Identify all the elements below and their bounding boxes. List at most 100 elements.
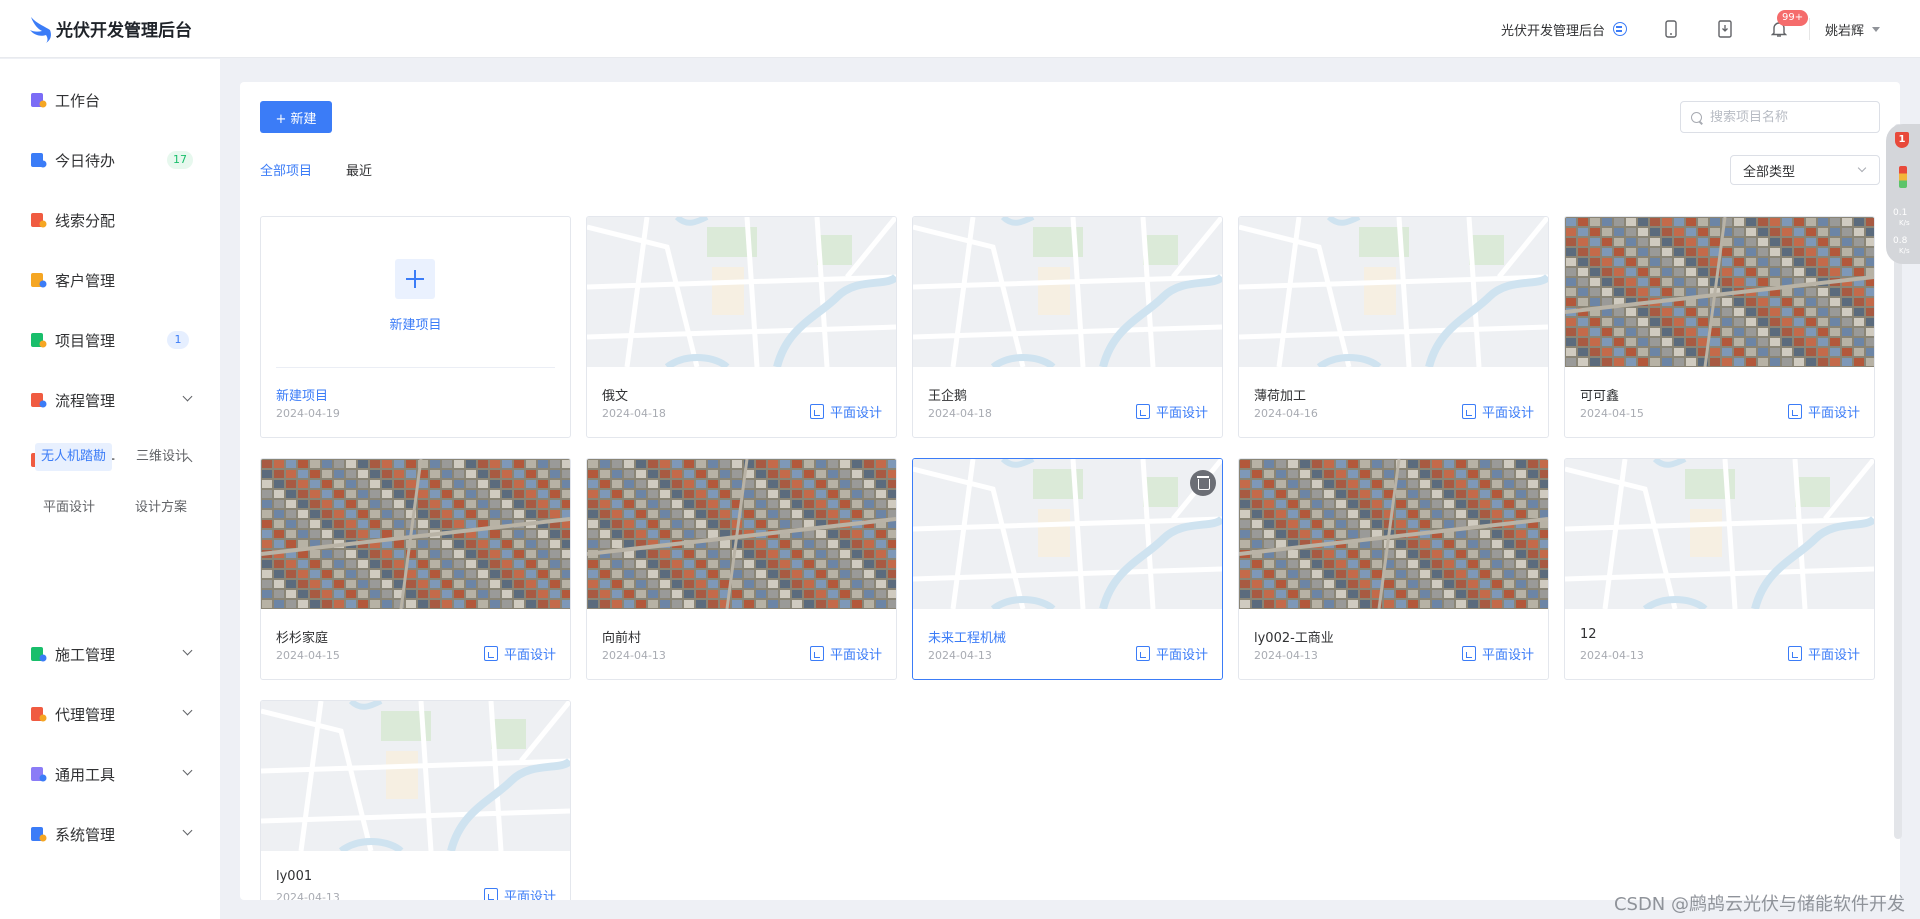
- download-app-icon: [1718, 20, 1732, 38]
- search-box[interactable]: [1680, 101, 1880, 133]
- sidebar-item-settings[interactable]: 系统管理: [0, 814, 220, 854]
- sidebar-item-tools[interactable]: 通用工具: [0, 754, 220, 794]
- tab-recent[interactable]: 最近: [346, 160, 372, 179]
- plan-design-link[interactable]: 平面设计: [483, 886, 556, 900]
- project-date: 2024-04-13: [928, 649, 992, 662]
- plan-design-link[interactable]: 平面设计: [483, 644, 556, 663]
- search-input[interactable]: [1710, 109, 1870, 125]
- switch-icon: [1612, 22, 1627, 36]
- plan-design-link[interactable]: 平面设计: [1461, 402, 1534, 421]
- plan-design-link[interactable]: 平面设计: [1787, 644, 1860, 663]
- watermark: CSDN @鹧鸪云光伏与储能软件开发: [1613, 894, 1905, 915]
- project-card[interactable]: 俄文 2024-04-18 平面设计: [586, 216, 897, 438]
- new-project-label: 新建项目: [389, 318, 442, 333]
- project-card[interactable]: 可可鑫 2024-04-15 平面设计: [1564, 216, 1875, 438]
- new-project-button[interactable]: + 新建: [260, 101, 332, 133]
- sidebar-item-todo[interactable]: 今日待办 17: [0, 140, 220, 180]
- plan-design-link[interactable]: 平面设计: [809, 644, 882, 663]
- sidebar-item-label: 项目管理: [55, 331, 116, 350]
- sidebar-item-home[interactable]: 工作台: [0, 80, 220, 120]
- sidebar-item-label: 工作台: [55, 91, 101, 110]
- user-menu[interactable]: 姚岩辉: [1808, 18, 1880, 40]
- plan-design-label: 平面设计: [829, 648, 882, 663]
- sidebar-item-agent[interactable]: 代理管理: [0, 694, 220, 734]
- home-icon: [29, 91, 47, 109]
- aerial-thumbnail: [587, 459, 896, 609]
- project-card[interactable]: ly002-工商业 2024-04-13 平面设计: [1238, 458, 1549, 680]
- submenu-item-3[interactable]: 设计方案: [129, 494, 193, 522]
- logo-icon: [30, 16, 51, 43]
- top-bar: 光伏开发管理后台 光伏开发管理后台 99+ 姚岩辉: [0, 0, 1920, 58]
- map-thumbnail: [1565, 459, 1874, 609]
- plan-design-link[interactable]: 平面设计: [809, 402, 882, 421]
- sidebar-item-label: 流程管理: [55, 391, 116, 410]
- project-date: 2024-04-13: [1580, 649, 1644, 662]
- map-thumbnail: [913, 217, 1222, 367]
- sidebar-item-project[interactable]: 项目管理 1: [0, 320, 220, 360]
- flow-icon: [29, 391, 47, 409]
- tab-all-projects[interactable]: 全部项目: [260, 160, 312, 179]
- map-thumbnail: [261, 701, 570, 851]
- map-thumbnail: [913, 459, 1222, 609]
- sidebar-item-label: 施工管理: [55, 645, 116, 664]
- sidebar-item-label: 代理管理: [55, 705, 116, 724]
- plan-design-label: 平面设计: [1481, 406, 1534, 421]
- sidebar-item-flow[interactable]: 流程管理: [0, 380, 220, 420]
- aerial-thumbnail: [1239, 459, 1548, 609]
- submenu-item-0[interactable]: 无人机踏勘: [35, 443, 113, 471]
- project-name: 可可鑫: [1580, 389, 1620, 404]
- aerial-thumbnail: [1565, 217, 1874, 367]
- design-doc-icon: [1461, 404, 1476, 419]
- logo[interactable]: 光伏开发管理后台: [28, 15, 192, 43]
- sidebar-item-customer[interactable]: 客户管理: [0, 260, 220, 300]
- project-card[interactable]: 王企鹅 2024-04-18 平面设计: [912, 216, 1223, 438]
- project-card[interactable]: 12 2024-04-13 平面设计: [1564, 458, 1875, 680]
- plan-design-label: 平面设计: [503, 890, 556, 900]
- plan-design-link[interactable]: 平面设计: [1135, 644, 1208, 663]
- notification-button[interactable]: 99+: [1769, 10, 1809, 39]
- trash-icon[interactable]: [1190, 470, 1216, 496]
- mobile-icon: [1665, 20, 1677, 38]
- search-icon: [1691, 111, 1702, 123]
- type-select-value: 全部类型: [1743, 164, 1796, 180]
- project-card[interactable]: 杉杉家庭 2024-04-15 平面设计: [260, 458, 571, 680]
- plus-icon: [395, 259, 435, 299]
- project-date: 2024-04-13: [602, 649, 666, 662]
- plan-design-label: 平面设计: [1807, 648, 1860, 663]
- plan-design-label: 平面设计: [1155, 406, 1208, 421]
- project-date: 2024-04-16: [1254, 407, 1318, 420]
- sidebar-item-construction[interactable]: 施工管理: [0, 634, 220, 674]
- plan-design-link[interactable]: 平面设计: [1787, 402, 1860, 421]
- user-name: 姚岩辉: [1824, 23, 1864, 39]
- download-button[interactable]: [1715, 19, 1735, 39]
- plan-design-label: 平面设计: [1807, 406, 1860, 421]
- sidebar-item-label: 客户管理: [55, 271, 116, 290]
- project-card[interactable]: 薄荷加工 2024-04-16 平面设计: [1238, 216, 1549, 438]
- design-doc-icon: [809, 404, 824, 419]
- aerial-thumbnail: [261, 459, 570, 609]
- mobile-button[interactable]: [1661, 19, 1681, 39]
- plan-design-link[interactable]: 平面设计: [1135, 402, 1208, 421]
- upload-rate-unit: K/s: [1899, 219, 1910, 227]
- design-doc-icon: [1135, 404, 1150, 419]
- upload-rate: 0.1: [1893, 208, 1908, 218]
- system-switch[interactable]: 光伏开发管理后台: [1501, 20, 1627, 39]
- submenu-item-2[interactable]: 平面设计: [37, 494, 101, 522]
- project-card[interactable]: 未来工程机械 2024-04-13 平面设计: [912, 458, 1223, 680]
- chevron-down-icon: [1872, 26, 1880, 32]
- new-project-card[interactable]: 新建项目 新建项目 2024-04-19: [260, 216, 571, 438]
- map-thumbnail: [1239, 217, 1548, 367]
- submenu-item-1[interactable]: 三维设计: [130, 443, 194, 471]
- system-name: 光伏开发管理后台: [1500, 23, 1605, 39]
- main-panel: + 新建 全部项目 最近 全部类型 新建项目 新建项目 2024-04-19 俄…: [240, 82, 1900, 900]
- type-select[interactable]: 全部类型: [1730, 155, 1880, 185]
- network-monitor-widget[interactable]: 1 0.1 K/s 0.8 K/s: [1886, 124, 1920, 264]
- project-date: 2024-04-18: [602, 407, 666, 420]
- project-name: 王企鹅: [928, 389, 968, 404]
- project-card[interactable]: 向前村 2024-04-13 平面设计: [586, 458, 897, 680]
- sidebar-item-label: 通用工具: [55, 765, 116, 784]
- chevron-down-icon: [1857, 163, 1867, 173]
- sidebar-item-clue[interactable]: 线索分配: [0, 200, 220, 240]
- project-card[interactable]: ly001 2024-04-13 平面设计: [260, 700, 571, 900]
- plan-design-link[interactable]: 平面设计: [1461, 644, 1534, 663]
